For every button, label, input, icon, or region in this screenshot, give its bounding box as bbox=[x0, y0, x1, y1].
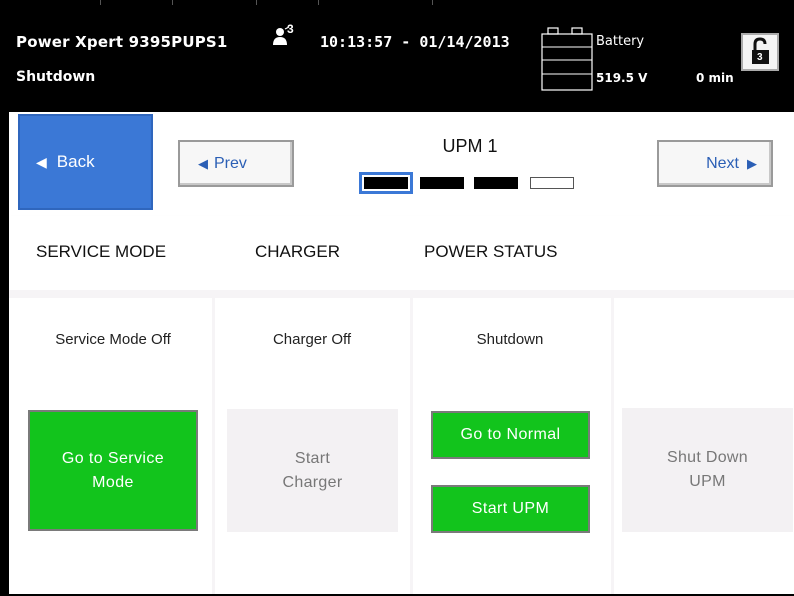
prev-label: Prev bbox=[214, 154, 247, 172]
go-to-service-mode-line2: Mode bbox=[92, 473, 134, 491]
start-upm-button[interactable]: Start UPM bbox=[431, 485, 590, 533]
next-arrow-icon: ▶ bbox=[747, 155, 757, 171]
shut-down-upm-line1: Shut Down bbox=[667, 449, 748, 466]
datetime: 10:13:57 - 01/14/2013 bbox=[320, 33, 510, 51]
next-button[interactable]: Next ▶ bbox=[657, 140, 773, 187]
start-charger-line2: Charger bbox=[282, 473, 343, 491]
service-mode-state: Service Mode Off bbox=[55, 331, 171, 348]
battery-runtime: 0 min bbox=[696, 71, 734, 85]
shut-down-upm-button[interactable]: Shut Down UPM bbox=[622, 408, 793, 532]
back-button[interactable]: ◀ Back bbox=[18, 114, 153, 210]
next-label: Next bbox=[706, 154, 739, 172]
header-top-ticks bbox=[0, 0, 794, 6]
go-to-service-mode-line1: Go to Service bbox=[61, 449, 165, 467]
charger-state: Charger Off bbox=[272, 331, 352, 348]
page-indicator-4[interactable] bbox=[530, 177, 574, 189]
section-header-charger: CHARGER bbox=[255, 242, 341, 261]
module-title: UPM 1 bbox=[442, 136, 498, 156]
prev-arrow-icon: ◀ bbox=[198, 155, 208, 171]
go-to-normal-button[interactable]: Go to Normal bbox=[431, 411, 590, 459]
battery-voltage: 519.5 V bbox=[596, 71, 648, 85]
page-indicator-2[interactable] bbox=[420, 177, 464, 189]
section-header-power-status: POWER STATUS bbox=[424, 242, 558, 261]
device-name: Power Xpert 9395PUPS1 bbox=[16, 33, 228, 51]
shut-down-upm-line2: UPM bbox=[689, 473, 726, 490]
status-header: Power Xpert 9395PUPS1 Shutdown 3 10:13:5… bbox=[0, 0, 794, 112]
battery-label: Battery bbox=[596, 34, 645, 49]
start-charger-button[interactable]: Start Charger bbox=[227, 409, 398, 532]
start-upm-label: Start UPM bbox=[471, 500, 550, 517]
left-edge bbox=[0, 0, 9, 596]
go-to-normal-label: Go to Normal bbox=[460, 426, 561, 443]
back-arrow-icon: ◀ bbox=[36, 153, 47, 170]
section-header-service-mode: SERVICE MODE bbox=[36, 242, 167, 261]
user-level-number: 3 bbox=[287, 22, 294, 36]
lock-level-number: 3 bbox=[757, 52, 763, 63]
go-to-service-mode-button[interactable]: Go to Service Mode bbox=[28, 410, 198, 531]
battery-icon bbox=[541, 27, 593, 91]
login-lock-button[interactable]: 3 bbox=[741, 33, 779, 71]
back-label: Back bbox=[56, 152, 95, 171]
prev-button[interactable]: ◀ Prev bbox=[178, 140, 294, 187]
page-indicators bbox=[358, 172, 578, 202]
user-level-icon[interactable]: 3 bbox=[272, 22, 298, 46]
system-status: Shutdown bbox=[16, 69, 96, 85]
page-indicator-1[interactable] bbox=[359, 172, 413, 194]
page-indicator-3[interactable] bbox=[474, 177, 518, 189]
start-charger-line1: Start bbox=[294, 449, 331, 467]
power-status-state: Shutdown bbox=[476, 331, 544, 348]
